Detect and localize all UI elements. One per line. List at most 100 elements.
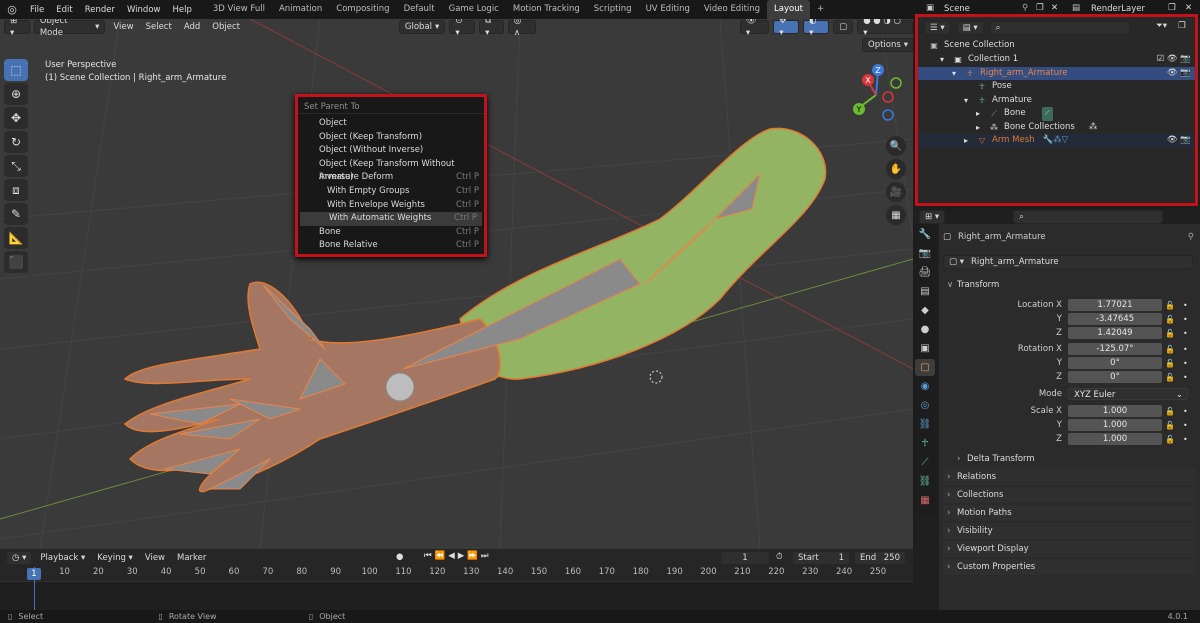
- pivot-icon[interactable]: ⊙ ▾: [449, 19, 476, 38]
- menu-item-object[interactable]: Object: [298, 117, 484, 131]
- timeline-editor[interactable]: ◷ ▾ Playback ▾ Keying ▾ View Marker ● ⏮⏪…: [0, 549, 913, 610]
- annotate-icon[interactable]: ✎: [4, 203, 28, 225]
- rotate-icon[interactable]: ↻: [4, 131, 28, 153]
- menu-item-object-without-inverse[interactable]: Object (Without Inverse): [298, 144, 484, 158]
- rotation-x-field[interactable]: -125.07°: [1068, 343, 1162, 355]
- timeline-keyframe-area[interactable]: [0, 581, 913, 610]
- constraints-tab-icon[interactable]: ⛓: [915, 416, 935, 433]
- tab-animation[interactable]: Animation: [272, 0, 329, 19]
- current-frame-field[interactable]: 1: [720, 551, 770, 565]
- filter-icon[interactable]: ⏷▾: [1156, 21, 1167, 31]
- new-collection-icon[interactable]: ❐: [1178, 21, 1186, 31]
- snap-icon[interactable]: ⧉ ▾: [479, 19, 504, 38]
- lock-icon[interactable]: 🔓: [1165, 373, 1175, 382]
- outliner-row-scene-collection[interactable]: ▣ Scene Collection: [918, 39, 1195, 53]
- modifier-tab-icon[interactable]: ◉: [915, 378, 935, 395]
- delete-scene-icon[interactable]: ✕: [1051, 3, 1058, 13]
- zoom-icon[interactable]: 🔍: [886, 136, 906, 156]
- playback-menu[interactable]: Playback ▾: [36, 553, 89, 563]
- tab-uv-editing[interactable]: UV Editing: [639, 0, 697, 19]
- menu-item-object-keep-transform-without-inverse[interactable]: Object (Keep Transform Without Inverse): [298, 158, 484, 183]
- menu-help[interactable]: Help: [166, 5, 197, 15]
- outliner-row-collection-1[interactable]: ▾ ▣ Collection 1 ☑ 👁 📷: [918, 53, 1195, 67]
- transform-icon[interactable]: ⧈: [4, 179, 28, 201]
- texture-tab-icon[interactable]: ▦: [915, 492, 935, 509]
- menu-add[interactable]: Add: [180, 22, 204, 32]
- keyframe-dot-icon[interactable]: •: [1183, 407, 1188, 416]
- navigation-gizmo[interactable]: Z Y X: [846, 63, 906, 123]
- proportional-edit-icon[interactable]: ◎ ∧: [507, 19, 536, 38]
- expand-arrow-icon[interactable]: ▸: [972, 107, 984, 121]
- tab-3d-view-full[interactable]: 3D View Full: [206, 0, 272, 19]
- bone-constraint-tab-icon[interactable]: ⛓: [915, 473, 935, 490]
- rotation-z-field[interactable]: 0°: [1068, 371, 1162, 383]
- tab-game-logic[interactable]: Game Logic: [442, 0, 506, 19]
- xray-icon[interactable]: ▢: [833, 20, 854, 34]
- menu-item-armature-deform[interactable]: Armature Deform Ctrl P: [298, 171, 484, 185]
- lock-icon[interactable]: 🔓: [1165, 301, 1175, 310]
- tab-motion-tracking[interactable]: Motion Tracking: [506, 0, 587, 19]
- pin-properties-icon[interactable]: ⚲: [1188, 232, 1194, 242]
- output-tab-icon[interactable]: 🖨: [915, 264, 935, 281]
- location-y-field[interactable]: -3.47645: [1068, 313, 1162, 325]
- menu-item-with-envelope-weights[interactable]: With Envelope Weights Ctrl P: [298, 199, 484, 213]
- lock-icon[interactable]: 🔓: [1165, 407, 1175, 416]
- world-tab-icon[interactable]: ●: [915, 321, 935, 338]
- modifier-icons[interactable]: 🔧⁂▽: [1043, 134, 1069, 148]
- armature-visibility-icons[interactable]: 👁 📷: [1167, 67, 1191, 81]
- scale-y-field[interactable]: 1.000: [1068, 419, 1162, 431]
- collapse-arrow-icon[interactable]: ▾: [936, 53, 948, 67]
- keyframe-dot-icon[interactable]: •: [1183, 435, 1188, 444]
- scale-z-field[interactable]: 1.000: [1068, 433, 1162, 445]
- 3d-viewport[interactable]: ⊞ ▾ Object Mode ▾ View Select Add Object…: [0, 19, 913, 549]
- properties-editor-type-icon[interactable]: ⊞ ▾: [919, 209, 946, 224]
- menu-view[interactable]: View: [109, 22, 137, 32]
- scale-x-field[interactable]: 1.000: [1068, 405, 1162, 417]
- physics-tab-icon[interactable]: ◎: [915, 397, 935, 414]
- view-layer-tab-icon[interactable]: ▤: [915, 283, 935, 300]
- scale-icon[interactable]: ⤡: [4, 155, 28, 177]
- add-workspace-icon[interactable]: +: [810, 0, 831, 19]
- camera-icon[interactable]: 🎥: [886, 182, 906, 202]
- menu-file[interactable]: File: [24, 5, 50, 15]
- properties-search-input[interactable]: ⌕: [1013, 209, 1164, 224]
- outliner-row-bone-collections[interactable]: ▸ ⁂ Bone Collections ⁂: [918, 121, 1195, 135]
- delete-view-layer-icon[interactable]: ✕: [1185, 3, 1192, 13]
- object-tab-icon[interactable]: ▢: [915, 359, 935, 376]
- bone-collection-badge-icon[interactable]: ⁂: [1089, 121, 1098, 135]
- tab-compositing[interactable]: Compositing: [329, 0, 396, 19]
- gizmo-toggle-icon[interactable]: ✥ ▾: [773, 19, 800, 38]
- visibility-panel-header[interactable]: › Visibility: [943, 523, 1196, 539]
- expand-arrow-icon[interactable]: ▸: [972, 121, 984, 135]
- object-datablock-field[interactable]: ▢ ▾ Right_arm_Armature: [943, 255, 1193, 269]
- lock-icon[interactable]: 🔓: [1165, 315, 1175, 324]
- 3d-cursor[interactable]: [649, 370, 663, 384]
- select-box-icon[interactable]: ⬚: [4, 59, 28, 81]
- menu-edit[interactable]: Edit: [50, 5, 78, 15]
- keyframe-dot-icon[interactable]: •: [1183, 301, 1188, 310]
- keyframe-dot-icon[interactable]: •: [1183, 329, 1188, 338]
- move-icon[interactable]: ✥: [4, 107, 28, 129]
- cursor-icon[interactable]: ⊕: [4, 83, 28, 105]
- grid-view-icon[interactable]: ▦: [886, 205, 906, 225]
- new-view-layer-icon[interactable]: ❐: [1168, 3, 1176, 13]
- menu-object[interactable]: Object: [208, 22, 244, 32]
- tab-scripting[interactable]: Scripting: [587, 0, 639, 19]
- start-frame-field[interactable]: Start 1: [792, 551, 850, 565]
- viewport-display-panel-header[interactable]: › Viewport Display: [943, 541, 1196, 557]
- options-button[interactable]: Options ▾: [862, 38, 913, 52]
- menu-item-with-empty-groups[interactable]: With Empty Groups Ctrl P: [298, 185, 484, 199]
- outliner-editor-type-icon[interactable]: ☰ ▾: [924, 21, 951, 35]
- keyframe-dot-icon[interactable]: •: [1183, 421, 1188, 430]
- marker-menu[interactable]: Marker: [173, 553, 210, 563]
- scene-tab-icon[interactable]: ◆: [915, 302, 935, 319]
- editor-type-button[interactable]: ⊞ ▾: [4, 19, 30, 38]
- add-cube-icon[interactable]: ⬛: [4, 251, 28, 273]
- blender-logo-icon[interactable]: ◎: [0, 3, 24, 16]
- bone-children-badge-icon[interactable]: ⟋: [1041, 107, 1053, 121]
- outliner-row-right-arm-armature[interactable]: ▾ ☥ Right_arm_Armature 👁 📷: [918, 66, 1195, 81]
- timeline-editor-type-icon[interactable]: ◷ ▾: [6, 551, 33, 565]
- transform-panel-header[interactable]: ∨ Transform: [943, 277, 1196, 293]
- collapse-arrow-icon[interactable]: ▾: [960, 94, 972, 108]
- menu-item-bone[interactable]: Bone Ctrl P: [298, 226, 484, 240]
